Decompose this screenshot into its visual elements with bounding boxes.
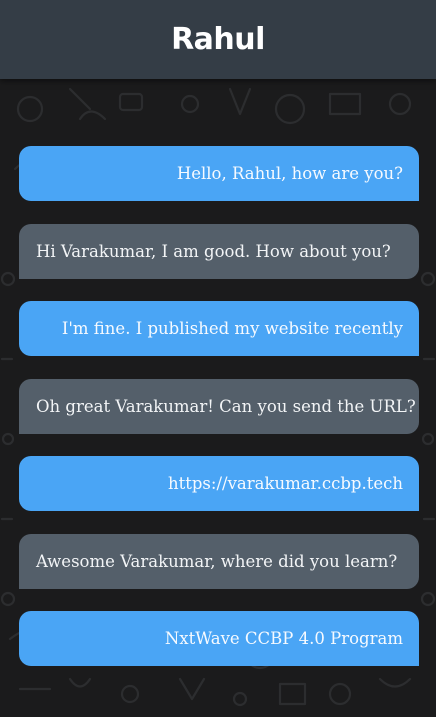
message-bubble-sent[interactable]: https://varakumar.ccbp.tech [19, 456, 419, 511]
message-bubble-received[interactable]: Awesome Varakumar, where did you learn? [19, 533, 419, 589]
message-text: https://varakumar.ccbp.tech [167, 474, 403, 493]
message-bubble-sent[interactable]: Hello, Rahul, how are you? [19, 146, 419, 201]
message-text: Hi Varakumar, I am good. How about you? [36, 241, 391, 261]
message-text: I'm fine. I published my website recentl… [61, 319, 403, 338]
message-bubble-sent[interactable]: NxtWave CCBP 4.0 Program [19, 611, 419, 666]
message-bubble-sent[interactable]: I'm fine. I published my website recentl… [19, 301, 419, 356]
message-list: Hello, Rahul, how are you? Hi Varakumar,… [19, 146, 419, 689]
chat-header: Rahul [0, 0, 436, 79]
message-bubble-received[interactable]: Oh great Varakumar! Can you send the URL… [19, 378, 419, 434]
message-text: NxtWave CCBP 4.0 Program [164, 629, 403, 648]
message-bubble-received[interactable]: Hi Varakumar, I am good. How about you? [19, 223, 419, 279]
message-text: Awesome Varakumar, where did you learn? [36, 551, 398, 571]
message-text: Hello, Rahul, how are you? [176, 164, 403, 183]
message-text: Oh great Varakumar! Can you send the URL… [36, 396, 416, 416]
contact-name: Rahul [171, 22, 265, 57]
